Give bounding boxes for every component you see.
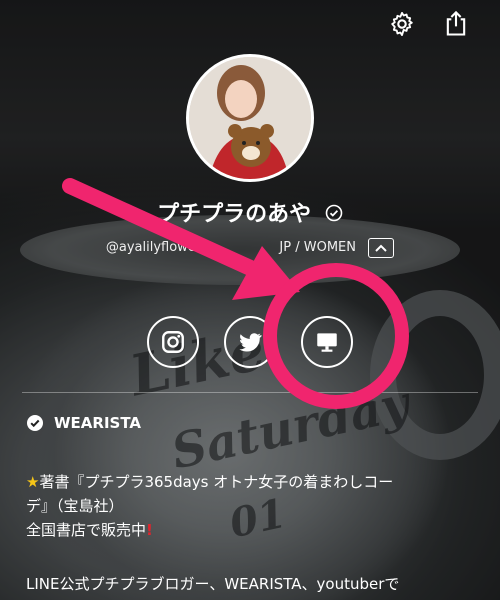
verified-badge-icon bbox=[27, 415, 43, 431]
monitor-icon bbox=[317, 333, 337, 352]
profile-handle: @ayalilyflower bbox=[105, 240, 202, 255]
share-icon bbox=[446, 10, 466, 36]
settings-button[interactable] bbox=[386, 8, 418, 40]
profile-screen: Like Saturday 01 プチプラのあや @ayalilyflower … bbox=[0, 0, 500, 600]
bio-line-1: ★著書『プチプラ365days オトナ女子の着まわしコー bbox=[26, 473, 394, 491]
profile-handle-suffix: JP / WOMEN bbox=[279, 240, 356, 255]
section-title: WEARISTA bbox=[54, 414, 142, 432]
chevron-up-icon bbox=[375, 244, 387, 252]
share-button[interactable] bbox=[440, 8, 472, 40]
twitter-icon bbox=[239, 333, 262, 352]
profile-name: プチプラのあや bbox=[157, 202, 312, 227]
bio-line-3: 全国書店で販売中! bbox=[26, 521, 153, 539]
instagram-icon bbox=[162, 331, 184, 353]
website-button[interactable] bbox=[301, 316, 353, 368]
profile-name-row: プチプラのあや bbox=[0, 196, 500, 228]
bio-line-4: LINE公式プチプラブロガー、WEARISTA、youtuberで bbox=[26, 575, 400, 593]
instagram-button[interactable] bbox=[147, 316, 199, 368]
avatar-photo bbox=[189, 57, 311, 179]
section-title-row: WEARISTA bbox=[26, 414, 141, 432]
twitter-button[interactable] bbox=[224, 316, 276, 368]
verified-badge-icon bbox=[325, 203, 343, 228]
bio-line-2: デ』（宝島社） bbox=[26, 497, 124, 515]
star-icon: ★ bbox=[26, 473, 40, 491]
avatar[interactable] bbox=[186, 54, 314, 182]
exclamation-icon: ! bbox=[146, 521, 153, 539]
collapse-button[interactable] bbox=[368, 238, 394, 258]
profile-handle-row: @ayalilyflower JP / WOMEN bbox=[0, 240, 500, 255]
divider bbox=[22, 392, 478, 393]
gear-icon bbox=[391, 11, 413, 37]
